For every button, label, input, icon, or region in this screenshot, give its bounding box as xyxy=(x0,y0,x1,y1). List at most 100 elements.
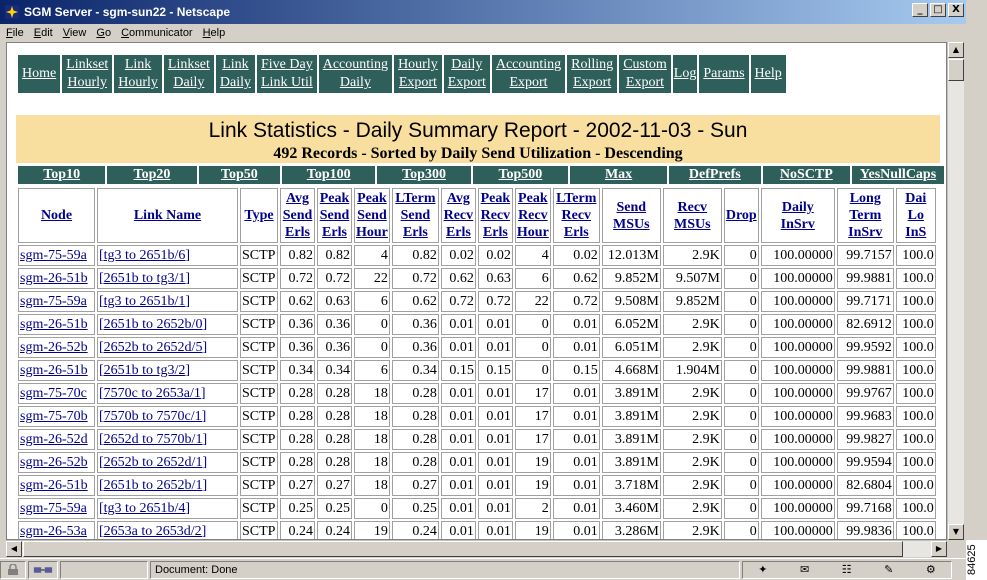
scroll-up-icon[interactable]: ▲ xyxy=(948,42,964,58)
link-name-link[interactable]: [2651b to tg3/2] xyxy=(97,360,238,381)
table-cell: 100.0 xyxy=(895,337,936,358)
nav-daily-export-link[interactable]: Daily Export xyxy=(448,56,486,92)
scroll-down-icon[interactable]: ▼ xyxy=(948,524,964,540)
horizontal-scroll-thumb[interactable] xyxy=(23,541,903,557)
node-link[interactable]: sgm-26-52b xyxy=(18,452,95,473)
scroll-right-icon[interactable]: ▶ xyxy=(931,541,947,557)
nav-five-day-link-util-link[interactable]: Five Day Link Util xyxy=(261,56,313,92)
col-header-daily-long-insrv[interactable]: Dai Lo InS xyxy=(895,188,936,243)
nav-accounting-daily-link[interactable]: Accounting Daily xyxy=(323,56,388,92)
nav-params-link[interactable]: Params xyxy=(703,65,744,83)
vertical-scrollbar[interactable]: ▲ ▼ xyxy=(947,42,964,540)
tasks-icon[interactable]: ⚙ xyxy=(926,563,936,576)
table-cell: 3.891M xyxy=(601,383,661,404)
nav-linkset-hourly-link[interactable]: Linkset Hourly xyxy=(66,56,108,92)
col-header-node[interactable]: Node xyxy=(18,188,95,243)
nav-home-link[interactable]: Home xyxy=(22,65,56,83)
node-link[interactable]: sgm-26-51b xyxy=(18,314,95,335)
link-name-link[interactable]: [tg3 to 2651b/1] xyxy=(97,291,238,312)
col-header-avg-recv-erls[interactable]: Avg Recv Erls xyxy=(440,188,476,243)
nav-item: Home xyxy=(18,55,61,93)
top300-link[interactable]: Top300 xyxy=(402,167,446,182)
col-header-daily-insrv[interactable]: Daily InSrv xyxy=(760,188,835,243)
col-header-drop[interactable]: Drop xyxy=(723,188,759,243)
node-link[interactable]: sgm-75-59a xyxy=(18,291,95,312)
col-header-type[interactable]: Type xyxy=(240,188,278,243)
vertical-scroll-thumb[interactable] xyxy=(948,59,964,81)
link-name-link[interactable]: [2651b to 2652b/1] xyxy=(97,475,238,496)
mail-icon[interactable]: ✉ xyxy=(800,563,809,576)
top500-link[interactable]: Top500 xyxy=(498,167,542,182)
top10-link[interactable]: Top10 xyxy=(43,167,80,182)
node-link[interactable]: sgm-75-70b xyxy=(18,406,95,427)
menu-communicator[interactable]: Communicator xyxy=(121,27,193,39)
node-link[interactable]: sgm-26-53a xyxy=(18,521,95,539)
scroll-left-icon[interactable]: ◀ xyxy=(6,541,22,557)
col-header-peak-recv-hour[interactable]: Peak Recv Hour xyxy=(514,188,551,243)
menu-view[interactable]: View xyxy=(63,27,87,39)
col-header-lterm-send-erls[interactable]: LTerm Send Erls xyxy=(391,188,439,243)
maximize-button[interactable]: □ xyxy=(930,3,946,17)
link-name-link[interactable]: [7570b to 7570c/1] xyxy=(97,406,238,427)
top-n-item: Top50 xyxy=(198,166,281,184)
top50-link[interactable]: Top50 xyxy=(221,167,258,182)
nav-help-link[interactable]: Help xyxy=(755,65,782,83)
top20-link[interactable]: Top20 xyxy=(134,167,171,182)
col-header-send-msus[interactable]: Send MSUs xyxy=(601,188,661,243)
minimize-button[interactable]: _ xyxy=(912,3,928,17)
col-header-link-name[interactable]: Link Name xyxy=(97,188,238,243)
node-link[interactable]: sgm-75-70c xyxy=(18,383,95,404)
window-titlebar: SGM Server - sgm-sun22 - Netscape _ □ X xyxy=(0,0,966,24)
nav-rolling-export-link[interactable]: Rolling Export xyxy=(571,56,613,92)
col-header-recv-msus[interactable]: Recv MSUs xyxy=(662,188,722,243)
nav-custom-export-link[interactable]: Custom Export xyxy=(623,56,667,92)
nav-link-hourly-link[interactable]: Link Hourly xyxy=(118,56,158,92)
link-name-link[interactable]: [2652b to 2652d/1] xyxy=(97,452,238,473)
navigator-icon[interactable]: ✦ xyxy=(758,563,767,576)
max-link[interactable]: Max xyxy=(605,167,632,182)
security-lock-icon[interactable] xyxy=(0,560,26,579)
nosctp-link[interactable]: NoSCTP xyxy=(780,167,833,182)
close-button[interactable]: X xyxy=(948,3,964,17)
link-name-link[interactable]: [tg3 to 2651b/6] xyxy=(97,245,238,266)
link-name-link[interactable]: [2652b to 2652d/5] xyxy=(97,337,238,358)
nav-link-daily-link[interactable]: Link Daily xyxy=(220,56,251,92)
table-cell: 1.904M xyxy=(662,360,722,381)
col-header-peak-send-hour[interactable]: Peak Send Hour xyxy=(354,188,390,243)
node-link[interactable]: sgm-26-52b xyxy=(18,337,95,358)
nav-linkset-daily-link[interactable]: Linkset Daily xyxy=(168,56,210,92)
nav-log-link[interactable]: Log xyxy=(674,65,697,83)
link-name-link[interactable]: [2651b to 2652b/0] xyxy=(97,314,238,335)
link-name-link[interactable]: [7570c to 2653a/1] xyxy=(97,383,238,404)
node-link[interactable]: sgm-75-59a xyxy=(18,498,95,519)
report-header: Link Statistics - Daily Summary Report -… xyxy=(16,115,940,163)
node-link[interactable]: sgm-26-51b xyxy=(18,360,95,381)
nav-hourly-export-link[interactable]: Hourly Export xyxy=(398,56,438,92)
discussion-icon[interactable]: ☷ xyxy=(842,563,852,576)
col-header-peak-send-erls[interactable]: Peak Send Erls xyxy=(317,188,352,243)
node-link[interactable]: sgm-26-51b xyxy=(18,475,95,496)
node-link[interactable]: sgm-26-51b xyxy=(18,268,95,289)
yesnullcaps-link[interactable]: YesNullCaps xyxy=(860,167,936,182)
menu-edit[interactable]: Edit xyxy=(34,27,53,39)
top100-link[interactable]: Top100 xyxy=(307,167,351,182)
menu-file[interactable]: File xyxy=(6,27,24,39)
horizontal-scrollbar[interactable]: ◀ ▶ xyxy=(6,540,947,557)
table-cell: 99.7157 xyxy=(836,245,894,266)
composer-icon[interactable]: ✎ xyxy=(884,563,893,576)
node-link[interactable]: sgm-26-52d xyxy=(18,429,95,450)
table-cell: 4 xyxy=(514,245,551,266)
nav-accounting-export-link[interactable]: Accounting Export xyxy=(496,56,561,92)
link-name-link[interactable]: [2652d to 7570b/1] xyxy=(97,429,238,450)
link-name-link[interactable]: [tg3 to 2651b/4] xyxy=(97,498,238,519)
col-header-peak-recv-erls[interactable]: Peak Recv Erls xyxy=(477,188,513,243)
col-header-avg-send-erls[interactable]: Avg Send Erls xyxy=(280,188,315,243)
link-name-link[interactable]: [2653a to 2653d/2] xyxy=(97,521,238,539)
node-link[interactable]: sgm-75-59a xyxy=(18,245,95,266)
menu-go[interactable]: Go xyxy=(96,27,111,39)
defprefs-link[interactable]: DefPrefs xyxy=(689,167,741,182)
menu-help[interactable]: Help xyxy=(203,27,226,39)
col-header-long-term-insrv[interactable]: Long Term InSrv xyxy=(836,188,894,243)
link-name-link[interactable]: [2651b to tg3/1] xyxy=(97,268,238,289)
col-header-lterm-recv-erls[interactable]: LTerm Recv Erls xyxy=(552,188,600,243)
